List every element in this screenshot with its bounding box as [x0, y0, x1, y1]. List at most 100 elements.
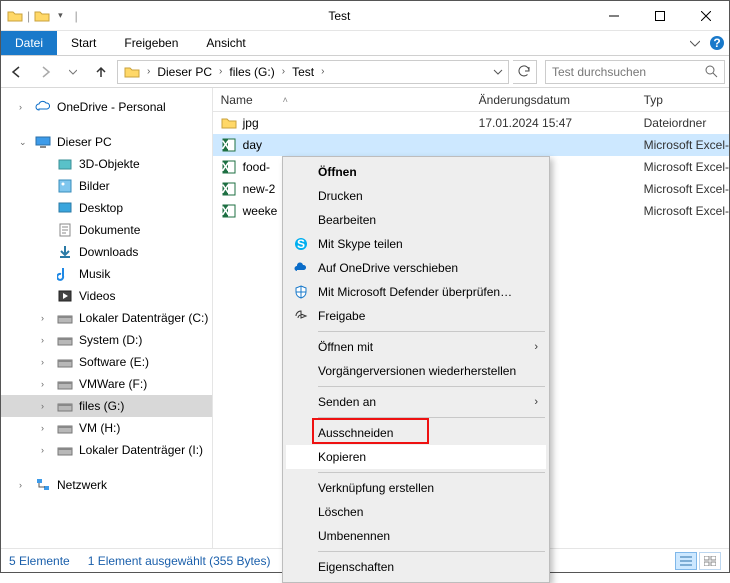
column-name[interactable]: Name ˄ [213, 93, 471, 107]
tree-item-icon [57, 244, 73, 260]
column-date[interactable]: Änderungsdatum [471, 93, 636, 107]
icons-view-button[interactable] [699, 552, 721, 570]
tree-item-icon [57, 398, 73, 414]
breadcrumb[interactable]: Test [288, 61, 318, 83]
navigation-pane[interactable]: › OneDrive - Personal ⌄ Dieser PC 3D-Obj… [1, 88, 213, 548]
tree-item[interactable]: › Lokaler Datenträger (C:) [1, 307, 212, 329]
back-button[interactable] [5, 60, 29, 84]
menu-print[interactable]: Drucken [286, 184, 546, 208]
chevron-right-icon: › [534, 396, 538, 408]
menu-shortcut[interactable]: Verknüpfung erstellen [286, 476, 546, 500]
address-bar[interactable]: › Dieser PC › files (G:) › Test › [117, 60, 509, 84]
tree-item[interactable]: › Lokaler Datenträger (I:) [1, 439, 212, 461]
chevron-right-icon: › [534, 341, 538, 353]
menu-label: Öffnen [318, 165, 357, 179]
menu-delete[interactable]: Löschen [286, 500, 546, 524]
tree-label: Dieser PC [57, 135, 112, 149]
recent-button[interactable] [61, 60, 85, 84]
menu-edit[interactable]: Bearbeiten [286, 208, 546, 232]
tab-file[interactable]: Datei [1, 31, 57, 55]
tab-home[interactable]: Start [57, 31, 110, 55]
forward-button[interactable] [33, 60, 57, 84]
expand-icon[interactable]: › [41, 379, 51, 389]
tree-item[interactable]: ›VMWare (F:) [1, 373, 212, 395]
expand-icon[interactable]: › [41, 313, 51, 323]
menu-cut[interactable]: Ausschneiden [286, 421, 546, 445]
tree-item[interactable]: ›files (G:) [1, 395, 212, 417]
menu-open[interactable]: Öffnen [286, 160, 546, 184]
column-headers: Name ˄ Änderungsdatum Typ [213, 88, 729, 112]
help-icon[interactable]: ? [705, 31, 729, 55]
menu-share[interactable]: Freigabe [286, 304, 546, 328]
collapse-icon[interactable]: ⌄ [19, 137, 29, 148]
close-button[interactable] [683, 1, 729, 31]
menu-onedrive[interactable]: Auf OneDrive verschieben [286, 256, 546, 280]
expand-icon[interactable]: › [41, 423, 51, 433]
menu-separator [318, 472, 545, 473]
file-name: day [243, 138, 262, 152]
details-view-button[interactable] [675, 552, 697, 570]
excel-icon: X [221, 181, 237, 197]
table-row[interactable]: XdayMicrosoft Excel- [213, 134, 729, 156]
menu-label: Umbenennen [318, 529, 390, 543]
menu-properties[interactable]: Eigenschaften [286, 555, 546, 579]
menu-label: Senden an [318, 395, 376, 409]
tree-item[interactable]: Downloads [1, 241, 212, 263]
file-date: 17.01.2024 15:47 [471, 116, 636, 130]
tree-thispc[interactable]: ⌄ Dieser PC [1, 131, 212, 153]
tree-item[interactable]: ›System (D:) [1, 329, 212, 351]
tree-item[interactable]: › VM (H:) [1, 417, 212, 439]
breadcrumb[interactable]: files (G:) [225, 61, 278, 83]
chevron-right-icon[interactable]: › [318, 66, 327, 77]
file-type: Microsoft Excel- [636, 138, 729, 152]
tab-view[interactable]: Ansicht [192, 31, 259, 55]
tree-item[interactable]: ›Software (E:) [1, 351, 212, 373]
tree-label: Lokaler Datenträger (C:) [79, 311, 208, 325]
expand-icon[interactable]: › [41, 335, 51, 345]
tree-item[interactable]: Bilder [1, 175, 212, 197]
expand-icon[interactable]: › [19, 102, 29, 112]
tree-item-icon [57, 442, 73, 458]
menu-skype[interactable]: SMit Skype teilen [286, 232, 546, 256]
svg-text:S: S [297, 237, 305, 251]
refresh-button[interactable] [513, 60, 537, 84]
tree-item[interactable]: Musik [1, 263, 212, 285]
tree-label: Lokaler Datenträger (I:) [79, 443, 203, 457]
menu-openwith[interactable]: Öffnen mit› [286, 335, 546, 359]
expand-icon[interactable]: › [41, 445, 51, 455]
maximize-button[interactable] [637, 1, 683, 31]
menu-rename[interactable]: Umbenennen [286, 524, 546, 548]
search-input[interactable]: Test durchsuchen [545, 60, 725, 84]
up-button[interactable] [89, 60, 113, 84]
menu-defender[interactable]: Mit Microsoft Defender überprüfen… [286, 280, 546, 304]
expand-icon[interactable]: › [19, 480, 29, 490]
tree-network[interactable]: › Netzwerk [1, 474, 212, 496]
sort-asc-icon: ˄ [283, 95, 288, 105]
tree-onedrive[interactable]: › OneDrive - Personal [1, 96, 212, 118]
address-dropdown-icon[interactable] [490, 67, 506, 77]
chevron-down-icon[interactable]: ▾ [54, 10, 67, 21]
tree-item[interactable]: Videos [1, 285, 212, 307]
tab-share[interactable]: Freigeben [110, 31, 192, 55]
ribbon-expand-icon[interactable] [685, 31, 705, 55]
chevron-right-icon[interactable]: › [279, 66, 288, 77]
minimize-button[interactable] [591, 1, 637, 31]
menu-previous-versions[interactable]: Vorgängerversionen wiederherstellen [286, 359, 546, 383]
table-row[interactable]: jpg17.01.2024 15:47Dateiordner [213, 112, 729, 134]
tree-item[interactable]: Desktop [1, 197, 212, 219]
breadcrumb[interactable]: Dieser PC [153, 61, 216, 83]
tree-item[interactable]: 3D-Objekte [1, 153, 212, 175]
menu-label: Drucken [318, 189, 363, 203]
expand-icon[interactable]: › [41, 401, 51, 411]
column-type[interactable]: Typ [636, 93, 729, 107]
svg-text:X: X [221, 160, 229, 174]
expand-icon[interactable]: › [41, 357, 51, 367]
menu-sendto[interactable]: Senden an › [286, 390, 546, 414]
chevron-right-icon[interactable]: › [144, 66, 153, 77]
tree-item[interactable]: Dokumente [1, 219, 212, 241]
menu-label: Bearbeiten [318, 213, 376, 227]
tree-label: VM (H:) [79, 421, 120, 435]
menu-copy[interactable]: Kopieren [286, 445, 546, 469]
chevron-right-icon[interactable]: › [216, 66, 225, 77]
menu-separator [318, 417, 545, 418]
